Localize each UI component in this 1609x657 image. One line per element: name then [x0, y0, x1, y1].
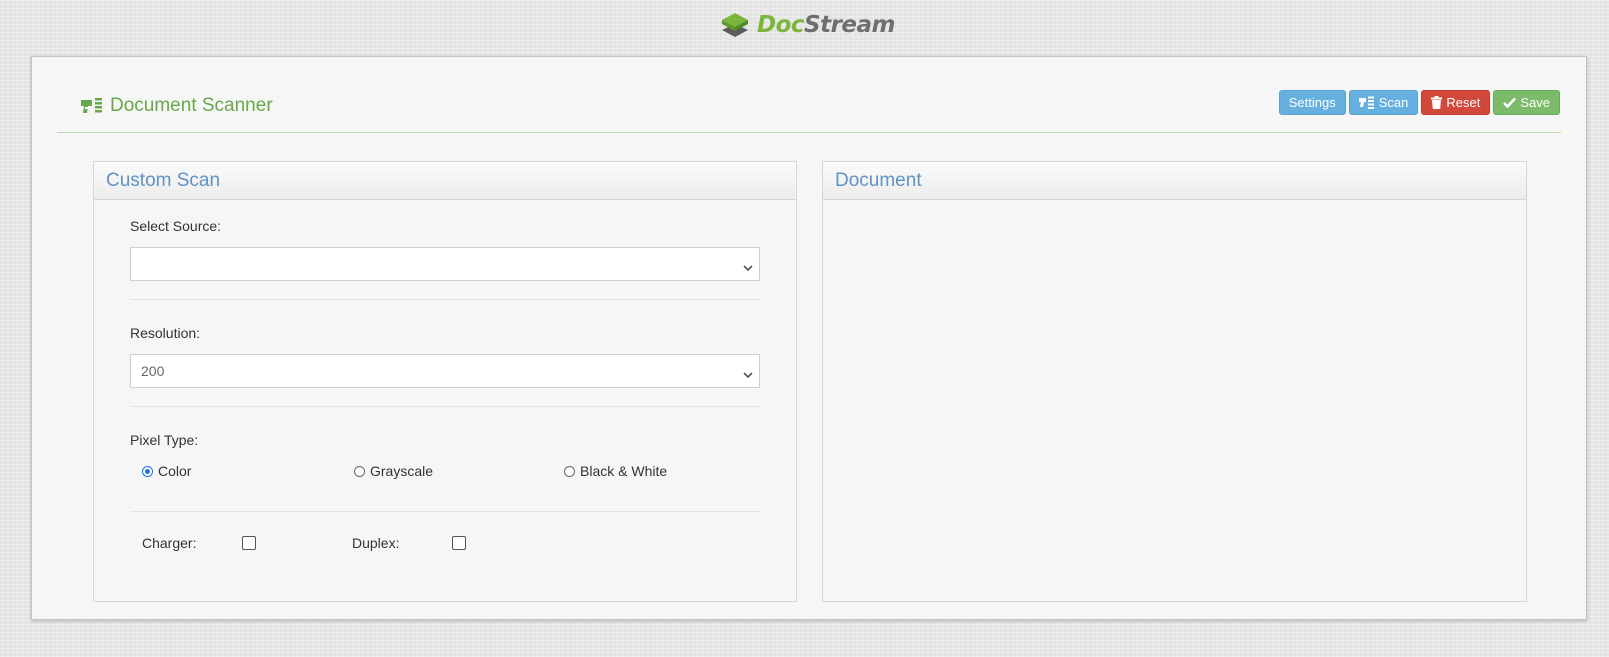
document-panel: Document: [822, 161, 1527, 602]
scan-button[interactable]: Scan: [1348, 90, 1419, 115]
save-button[interactable]: Save: [1493, 90, 1560, 115]
divider: [130, 406, 760, 407]
custom-scan-title: Custom Scan: [106, 169, 221, 191]
scan-button-label: Scan: [1378, 95, 1409, 110]
reset-button-label: Reset: [1446, 95, 1481, 110]
toolbar: Settings Scan Reset Save: [1278, 90, 1560, 115]
divider: [130, 299, 760, 300]
reset-button[interactable]: Reset: [1421, 90, 1491, 115]
pixel-type-color-radio[interactable]: [142, 465, 153, 477]
pixel-type-bw-option[interactable]: Black & White: [564, 463, 667, 479]
pixel-type-color-option[interactable]: Color: [142, 463, 191, 479]
chevron-down-icon: [743, 366, 753, 382]
app-logo: DocStream: [721, 10, 896, 40]
checkmark-icon: [1503, 97, 1517, 108]
page-title-text: Document Scanner: [110, 95, 273, 116]
document-preview-area: [823, 200, 1526, 601]
pixel-type-grayscale-option[interactable]: Grayscale: [354, 463, 433, 479]
resolution-label: Resolution:: [130, 325, 201, 341]
duplex-checkbox[interactable]: [452, 536, 466, 550]
charger-checkbox[interactable]: [242, 536, 256, 550]
pixel-type-bw-radio[interactable]: [564, 465, 575, 477]
scanner-icon: [80, 97, 104, 115]
page-title: Document Scanner: [80, 95, 273, 117]
logo-doc-text: Doc: [757, 12, 805, 38]
page-header: Document Scanner Settings Scan Reset Sav…: [57, 83, 1561, 133]
source-label: Select Source:: [130, 218, 222, 234]
settings-button[interactable]: Settings: [1278, 90, 1346, 115]
resolution-select-value: 200: [141, 363, 165, 379]
scanner-icon: [1358, 96, 1375, 109]
duplex-label: Duplex:: [352, 535, 400, 551]
pixel-type-grayscale-label: Grayscale: [370, 463, 434, 479]
pixel-type-bw-label: Black & White: [580, 463, 668, 479]
pixel-type-grayscale-radio[interactable]: [354, 465, 365, 477]
custom-scan-heading: Custom Scan: [94, 162, 796, 200]
source-select[interactable]: [130, 247, 760, 281]
main-card: Document Scanner Settings Scan Reset Sav…: [31, 56, 1587, 620]
charger-label: Charger:: [142, 535, 197, 551]
settings-button-label: Settings: [1288, 95, 1336, 110]
pixel-type-label: Pixel Type:: [130, 432, 199, 448]
document-title: Document: [835, 169, 922, 191]
logo-stream-text: Stream: [804, 12, 896, 38]
pixel-type-color-label: Color: [158, 463, 192, 479]
document-heading: Document: [823, 162, 1526, 200]
save-button-label: Save: [1520, 95, 1550, 110]
trash-icon: [1431, 96, 1443, 109]
chevron-down-icon: [743, 259, 753, 275]
custom-scan-panel: Custom Scan Select Source: Resolution: 2…: [93, 161, 797, 602]
app-name: DocStream: [757, 12, 896, 38]
stacked-layers-icon: [721, 12, 749, 38]
divider: [130, 511, 760, 512]
resolution-select[interactable]: 200: [130, 354, 760, 388]
